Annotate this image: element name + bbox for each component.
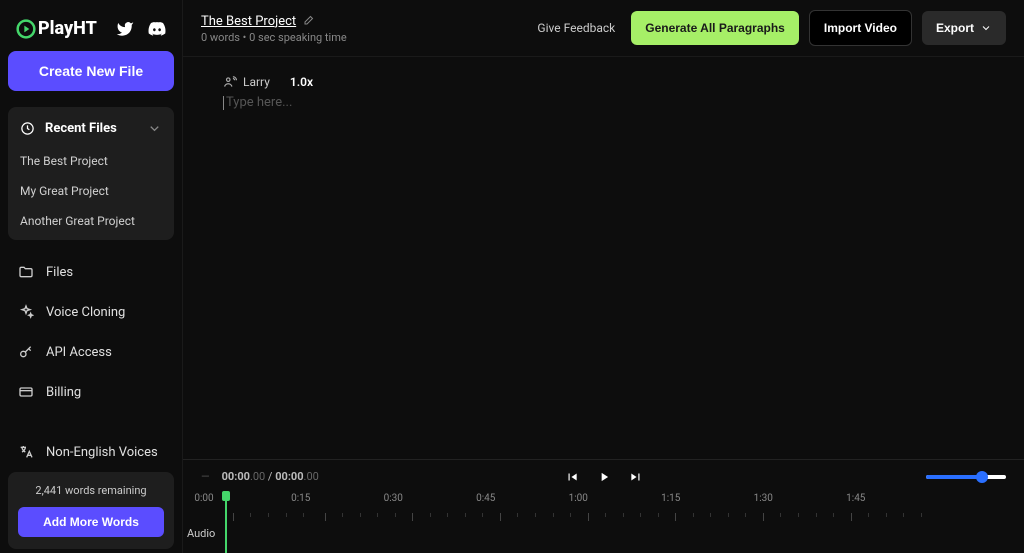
recent-files-label: Recent Files [45,121,117,136]
brand-name: PlayHT [38,18,97,39]
project-title[interactable]: The Best Project [201,14,314,29]
folder-icon [18,264,34,280]
create-new-file-button[interactable]: Create New File [8,51,174,91]
voice-selector[interactable]: Larry [223,75,270,89]
translate-icon [18,444,34,460]
nav-label: Billing [46,385,81,400]
recent-files-header[interactable]: Recent Files [8,117,174,146]
card-icon [18,384,34,400]
export-button[interactable]: Export [922,11,1006,45]
timeline-time-display: — 00:00.00 / 00:00.00 [201,470,319,483]
recent-file-item[interactable]: My Great Project [8,176,174,206]
nav-label: Non-English Voices [46,445,158,460]
text-input[interactable]: Type here... [223,95,984,110]
logo[interactable]: PlayHT [16,18,97,39]
sidebar-item-api[interactable]: API Access [8,332,174,372]
add-more-words-button[interactable]: Add More Words [18,507,164,537]
topbar: The Best Project 0 words • 0 sec speakin… [183,0,1024,57]
quota-box: 2,441 words remaining Add More Words [8,472,174,549]
timeline: — 00:00.00 / 00:00.00 0:00 0:15 0:30 0:4… [183,459,1024,553]
skip-next-icon[interactable] [629,470,643,484]
sidebar-item-billing[interactable]: Billing [8,372,174,412]
play-icon[interactable] [597,470,611,484]
import-video-button[interactable]: Import Video [809,10,912,46]
play-logo-icon [16,19,36,39]
sidebar-item-files[interactable]: Files [8,252,174,292]
discord-icon[interactable] [148,20,166,38]
project-subtitle: 0 words • 0 sec speaking time [201,31,525,44]
timeline-track[interactable]: Audio [183,513,1024,553]
generate-all-button[interactable]: Generate All Paragraphs [631,11,799,45]
nav-label: Files [46,265,73,280]
speed-control[interactable]: 1.0x [290,75,313,89]
sparkle-icon [18,304,34,320]
twitter-icon[interactable] [116,20,134,38]
sidebar-item-non-english[interactable]: Non-English Voices [8,432,174,472]
recent-files-section: Recent Files The Best Project My Great P… [8,107,174,240]
skip-prev-icon[interactable] [565,470,579,484]
recent-file-item[interactable]: The Best Project [8,146,174,176]
clock-icon [20,121,35,136]
key-icon [18,344,34,360]
volume-slider[interactable] [926,475,1006,479]
nav-label: API Access [46,345,112,360]
voice-icon [223,75,237,89]
playhead[interactable] [225,493,227,553]
nav-label: Voice Cloning [46,305,125,320]
recent-file-item[interactable]: Another Great Project [8,206,174,236]
edit-icon[interactable] [302,15,314,27]
quota-remaining: 2,441 words remaining [18,484,164,497]
timeline-ruler[interactable]: 0:00 0:15 0:30 0:45 1:00 1:15 1:30 1:45 [183,493,1024,513]
sidebar-item-voice-cloning[interactable]: Voice Cloning [8,292,174,332]
chevron-down-icon [147,121,162,136]
editor-area: Larry 1.0x Type here... [183,57,1024,459]
voice-name: Larry [243,75,270,89]
give-feedback-link[interactable]: Give Feedback [537,21,615,35]
chevron-down-icon [980,22,992,34]
